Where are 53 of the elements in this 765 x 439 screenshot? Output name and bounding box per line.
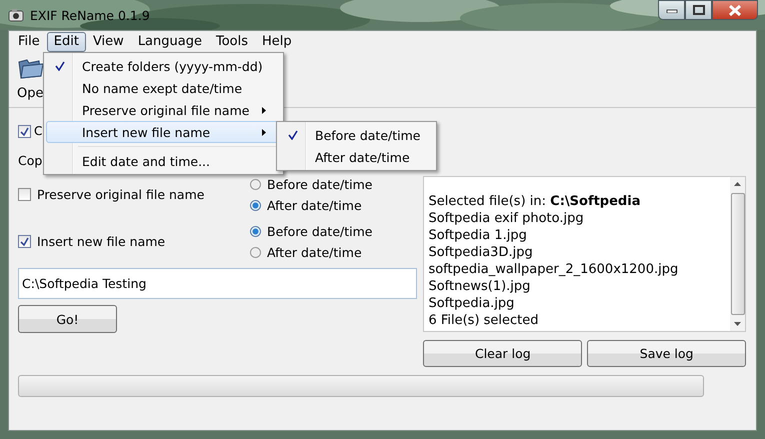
log-line: Softpedia.jpg [428,295,516,312]
maximize-button[interactable] [685,0,712,20]
checkbox-label: C [34,124,42,138]
menu-item[interactable]: View [86,32,131,52]
log-line: Softnews(1).jpg [428,278,532,295]
log-button[interactable]: Clear log [423,340,582,367]
copy-label: Cop [18,153,42,168]
minimize-icon [666,7,678,13]
checkbox[interactable] [18,124,31,138]
radio-button[interactable] [250,246,261,258]
log-line: 6 File(s) selected [428,312,540,329]
checkbox-label: Preserve original file name [37,187,204,202]
log-line: softpedia_wallpaper_2_1600x1200.jpg [428,261,680,278]
checkbox[interactable] [18,235,31,248]
radio-label: After date/time [267,244,362,260]
radio-button[interactable] [250,178,261,190]
menu-item[interactable]: Tools [208,32,255,52]
close-button[interactable] [712,0,758,20]
maximize-icon [692,5,704,15]
checkbox[interactable] [18,188,31,201]
menu-item[interactable]: Language [130,32,209,52]
log-button[interactable]: Save log [587,340,746,367]
log-line: Softpedia 1.jpg [428,227,528,244]
submenu-arrow-icon [262,107,266,114]
menu-item[interactable]: Help [255,32,299,52]
menu-entry[interactable]: Before date/time [279,124,434,146]
checkmark-icon [55,61,65,71]
scrollbar[interactable] [730,177,745,331]
folder-field[interactable]: C:\Softpedia Testing [18,268,417,299]
log-line: Softpedia exif photo.jpg [428,210,585,227]
menu-item[interactable]: Edit [46,32,86,52]
scroll-up-icon[interactable] [734,182,741,186]
window-title: EXIF ReName 0.1.9 [30,8,150,22]
minimize-button[interactable] [658,0,685,20]
radio-label: After date/time [267,198,362,212]
go-button[interactable]: Go! [18,305,117,333]
menu-entry[interactable]: After date/time [279,146,434,168]
checkbox-label: Insert new file name [37,234,166,249]
menu-entry[interactable]: Create folders (yyyy-mm-dd) [46,55,281,77]
log-heading: Selected file(s) in: C:\Softpedia [428,193,642,210]
menu-entry[interactable]: No name exept date/time [46,77,281,99]
camera-icon [8,8,24,22]
radio-button[interactable] [250,226,261,236]
menu-item[interactable]: File [11,32,47,52]
log-line: Softpedia3D.jpg [428,244,534,261]
checkmark-icon [288,130,298,140]
scroll-down-icon[interactable] [734,322,741,326]
radio-button[interactable] [250,200,261,210]
close-icon [728,4,742,16]
submenu-arrow-icon [262,129,266,136]
radio-label: Before date/time [267,176,372,192]
menu-entry[interactable]: Preserve original file name [46,99,281,121]
radio-label: Before date/time [267,224,372,238]
